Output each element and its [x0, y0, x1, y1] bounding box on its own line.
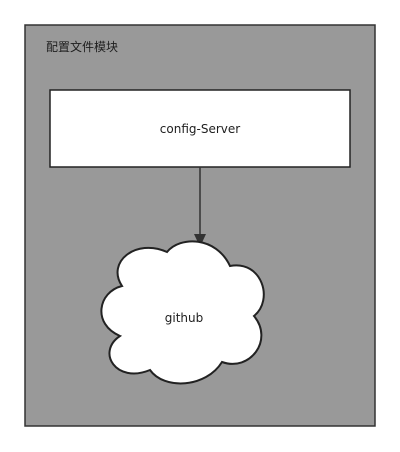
- github-label: github: [164, 311, 204, 325]
- diagram-canvas: [24, 24, 376, 427]
- module-title: 配置文件模块: [46, 40, 119, 54]
- config-server-label: config-Server: [159, 122, 241, 136]
